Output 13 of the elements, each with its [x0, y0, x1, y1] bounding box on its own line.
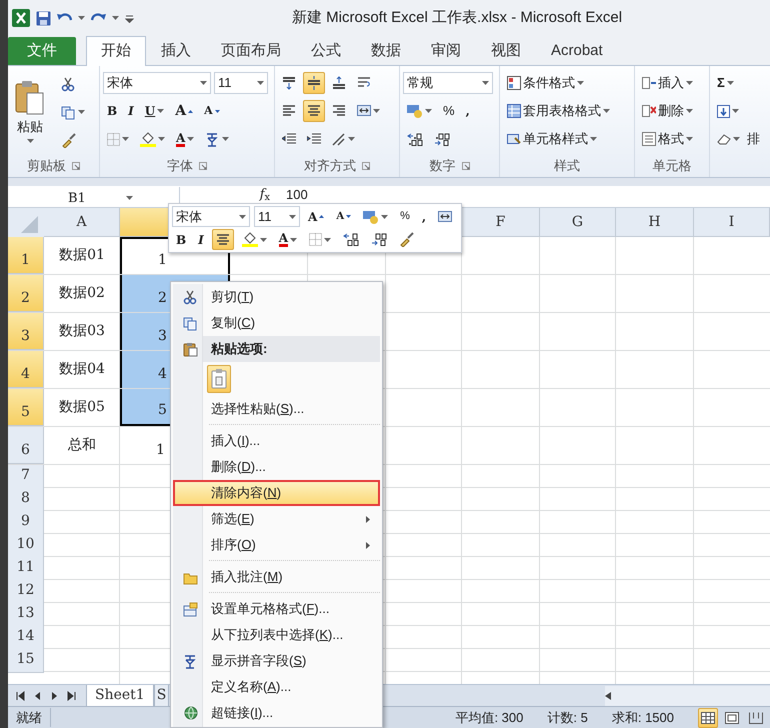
window-title: 新建 Microsoft Excel 工作表.xlsx - Microsoft Excel [292, 8, 622, 28]
group-label: 单元格 [652, 157, 692, 176]
group-label: 字体 [167, 157, 193, 176]
count-value: 计数: 5 [547, 708, 588, 727]
sum-value: 求和: 1500 [612, 708, 674, 727]
average-value: 平均值: 300 [455, 708, 524, 727]
group-label: 样式 [554, 157, 580, 176]
sort-label: 排 [747, 130, 760, 148]
group-label: 数字 [430, 157, 456, 176]
group-label: 剪贴板 [27, 157, 66, 176]
group-label: 对齐方式 [304, 157, 356, 176]
formula-value: 100 [285, 187, 308, 202]
status-text: 就绪 [8, 708, 51, 728]
